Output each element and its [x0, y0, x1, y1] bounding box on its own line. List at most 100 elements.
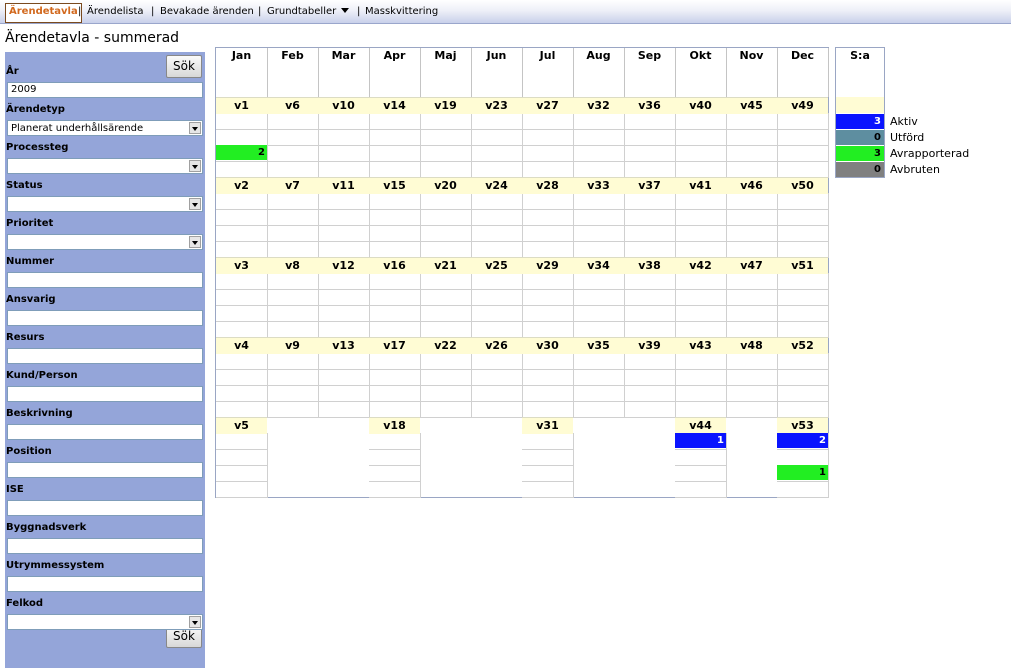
week-status-cell[interactable]	[318, 193, 370, 210]
week-status-cell[interactable]	[573, 113, 625, 130]
week-status-cell[interactable]	[420, 401, 472, 418]
field-processteg-select[interactable]	[7, 158, 203, 174]
week-status-cell[interactable]	[420, 353, 472, 370]
week-status-cell[interactable]	[216, 193, 268, 210]
week-status-cell[interactable]	[216, 401, 268, 418]
week-status-cell[interactable]	[573, 273, 625, 290]
week-status-cell[interactable]	[624, 273, 676, 290]
week-status-cell[interactable]	[318, 385, 370, 402]
week-status-cell[interactable]	[216, 353, 268, 370]
week-status-cell[interactable]	[267, 273, 319, 290]
field-beskrivning-input[interactable]	[7, 424, 203, 440]
week-status-cell[interactable]	[420, 321, 472, 338]
field-kund-person-input[interactable]	[7, 386, 203, 402]
week-status-cell[interactable]	[471, 305, 523, 322]
week-status-cell[interactable]	[369, 369, 421, 386]
week-status-cell[interactable]	[471, 241, 523, 258]
search-button-top[interactable]: Sök	[166, 55, 202, 78]
week-status-cell[interactable]	[471, 353, 523, 370]
week-status-cell[interactable]	[573, 385, 625, 402]
week-status-cell[interactable]	[573, 369, 625, 386]
week-status-cell[interactable]	[420, 113, 472, 130]
nav-bevakade-arenden[interactable]: Bevakade ärenden	[160, 4, 254, 20]
week-status-cell[interactable]	[369, 161, 421, 178]
week-status-cell[interactable]	[675, 289, 727, 306]
week-status-cell[interactable]	[216, 433, 268, 450]
week-status-cell[interactable]	[216, 385, 268, 402]
week-status-cell[interactable]	[420, 273, 472, 290]
field-prioritet-select[interactable]	[7, 234, 203, 250]
week-status-cell[interactable]	[522, 401, 574, 418]
week-status-cell[interactable]	[471, 273, 523, 290]
week-status-cell[interactable]	[624, 321, 676, 338]
week-status-cell[interactable]	[624, 385, 676, 402]
week-status-cell[interactable]	[471, 193, 523, 210]
week-status-cell[interactable]	[522, 193, 574, 210]
week-status-cell[interactable]	[267, 241, 319, 258]
week-status-cell[interactable]	[471, 289, 523, 306]
week-status-cell[interactable]	[420, 161, 472, 178]
week-status-cell[interactable]	[369, 289, 421, 306]
week-status-cell[interactable]	[216, 129, 268, 146]
week-status-cell[interactable]	[267, 113, 319, 130]
chevron-down-icon[interactable]	[189, 160, 201, 172]
week-status-cell[interactable]	[726, 145, 778, 162]
week-status-cell[interactable]	[675, 305, 727, 322]
week-status-cell[interactable]	[726, 353, 778, 370]
week-status-cell[interactable]	[726, 273, 778, 290]
chevron-down-icon[interactable]	[189, 236, 201, 248]
week-status-cell[interactable]	[318, 129, 370, 146]
week-status-cell[interactable]	[216, 289, 268, 306]
week-status-cell[interactable]	[675, 129, 727, 146]
week-status-cell[interactable]	[471, 369, 523, 386]
week-status-cell[interactable]	[471, 385, 523, 402]
week-status-cell[interactable]	[624, 113, 676, 130]
week-status-cell[interactable]	[573, 129, 625, 146]
week-status-cell[interactable]	[573, 145, 625, 162]
count-aktiv[interactable]: 1	[675, 433, 726, 448]
week-status-cell[interactable]	[726, 193, 778, 210]
week-status-cell[interactable]	[471, 321, 523, 338]
field-utrymmessystem-input[interactable]	[7, 576, 203, 592]
week-status-cell[interactable]	[420, 305, 472, 322]
week-status-cell[interactable]	[216, 465, 268, 482]
field-ar-input[interactable]: 2009	[7, 82, 203, 98]
week-status-cell[interactable]	[369, 353, 421, 370]
week-status-cell[interactable]	[726, 225, 778, 242]
week-status-cell[interactable]	[522, 321, 574, 338]
week-status-cell[interactable]	[318, 401, 370, 418]
week-status-cell[interactable]	[318, 305, 370, 322]
week-status-cell[interactable]	[420, 145, 472, 162]
week-status-cell[interactable]	[522, 289, 574, 306]
week-status-cell[interactable]	[471, 401, 523, 418]
week-status-cell[interactable]	[318, 289, 370, 306]
week-status-cell[interactable]	[777, 401, 829, 418]
week-status-cell[interactable]	[216, 369, 268, 386]
week-status-cell[interactable]	[318, 145, 370, 162]
week-status-cell[interactable]	[624, 161, 676, 178]
week-status-cell[interactable]	[369, 241, 421, 258]
week-status-cell[interactable]	[267, 401, 319, 418]
week-status-cell[interactable]	[777, 481, 829, 498]
week-status-cell[interactable]	[573, 241, 625, 258]
week-status-cell[interactable]	[675, 241, 727, 258]
week-status-cell[interactable]	[216, 113, 268, 130]
week-status-cell[interactable]	[777, 145, 829, 162]
week-status-cell[interactable]	[573, 353, 625, 370]
week-status-cell[interactable]	[267, 225, 319, 242]
week-status-cell[interactable]	[522, 449, 574, 466]
week-status-cell[interactable]	[624, 225, 676, 242]
week-status-cell[interactable]	[318, 161, 370, 178]
week-status-cell[interactable]	[471, 145, 523, 162]
week-status-cell[interactable]	[420, 385, 472, 402]
week-status-cell[interactable]	[216, 321, 268, 338]
week-status-cell[interactable]	[522, 161, 574, 178]
field-ise-input[interactable]	[7, 500, 203, 516]
week-status-cell[interactable]	[675, 401, 727, 418]
week-status-cell[interactable]	[216, 241, 268, 258]
week-status-cell[interactable]	[471, 161, 523, 178]
week-status-cell[interactable]	[267, 209, 319, 226]
week-status-cell[interactable]	[471, 129, 523, 146]
week-status-cell[interactable]	[777, 241, 829, 258]
week-status-cell[interactable]	[267, 385, 319, 402]
